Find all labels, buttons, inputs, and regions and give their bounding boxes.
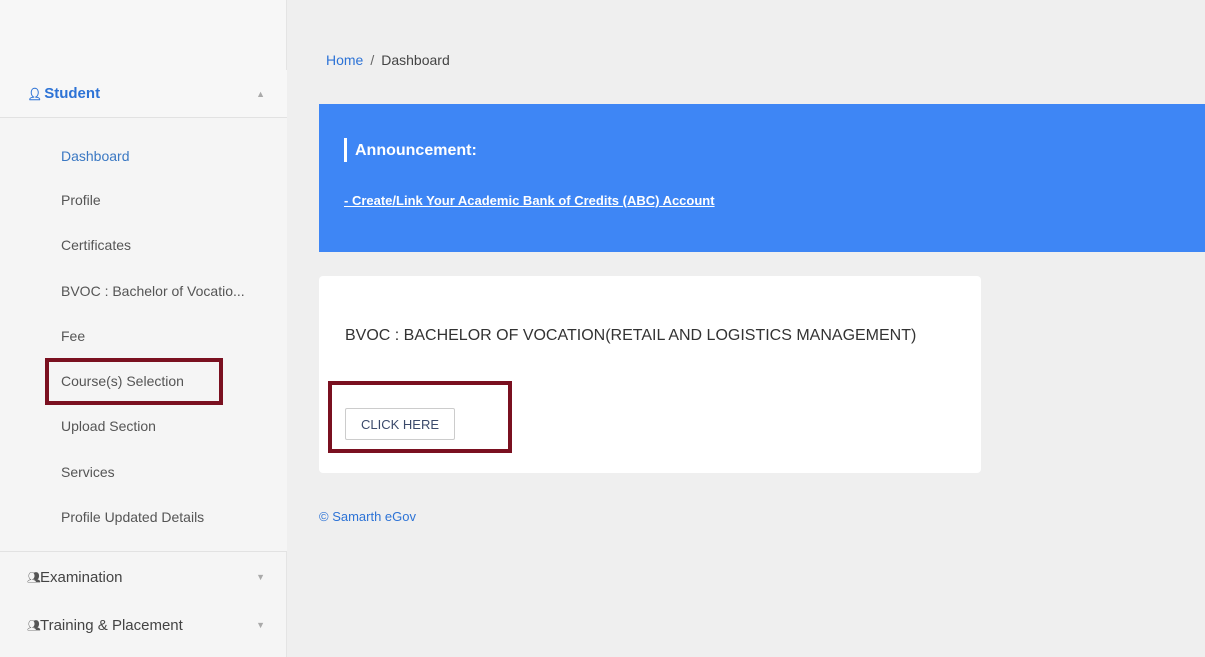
footer-samarth-link[interactable]: © Samarth eGov: [319, 509, 416, 524]
course-card: BVOC : BACHELOR OF VOCATION(RETAIL AND L…: [319, 276, 981, 473]
sidebar-item-bvoc[interactable]: BVOC : Bachelor of Vocatio...: [61, 283, 245, 299]
users-icon: 👥︎: [27, 571, 41, 584]
sidebar-item-dashboard[interactable]: Dashboard: [61, 148, 130, 164]
sidebar-section-training-label: Training & Placement: [39, 616, 183, 634]
breadcrumb: Home / Dashboard: [326, 52, 450, 68]
users-icon: 👥︎: [27, 619, 41, 632]
course-title: BVOC : BACHELOR OF VOCATION(RETAIL AND L…: [345, 327, 917, 344]
sidebar-item-certificates[interactable]: Certificates: [61, 237, 131, 253]
announcement-title: Announcement:: [355, 142, 477, 159]
sidebar-section-examination[interactable]: 👥︎ Examination ▼: [0, 553, 287, 601]
user-icon: 👤︎: [27, 86, 43, 101]
breadcrumb-home-link[interactable]: Home: [326, 52, 363, 68]
sidebar-item-services[interactable]: Services: [61, 464, 115, 480]
sidebar-item-course-selection[interactable]: Course(s) Selection: [61, 373, 184, 389]
chevron-down-icon: ▼: [256, 620, 265, 630]
sidebar-section-training[interactable]: 👥︎ Training & Placement ▼: [0, 601, 287, 649]
abc-account-link[interactable]: - Create/Link Your Academic Bank of Cred…: [344, 193, 715, 208]
sidebar-section-student-label: Student: [44, 85, 101, 102]
sidebar-item-fee[interactable]: Fee: [61, 328, 85, 344]
sidebar-item-profile-updated-details[interactable]: Profile Updated Details: [61, 509, 204, 525]
sidebar-item-profile[interactable]: Profile: [61, 192, 101, 208]
click-here-button[interactable]: CLICK HERE: [345, 408, 455, 440]
announcement-banner: Announcement: - Create/Link Your Academi…: [319, 104, 1205, 252]
chevron-up-icon: ▲: [256, 88, 265, 99]
breadcrumb-separator: /: [370, 52, 375, 68]
sidebar-section-examination-label: Examination: [39, 568, 123, 586]
student-submenu: Dashboard Profile Certificates BVOC : Ba…: [0, 118, 287, 552]
sidebar-section-student[interactable]: 👤︎ Student ▲: [0, 70, 287, 118]
announcement-accent-bar: [344, 138, 347, 162]
sidebar-top: [0, 0, 286, 70]
sidebar-item-upload-section[interactable]: Upload Section: [61, 418, 156, 434]
sidebar: 👤︎ Student ▲ Dashboard Profile Certifica…: [0, 0, 287, 657]
breadcrumb-current: Dashboard: [381, 52, 450, 68]
chevron-down-icon: ▼: [256, 572, 265, 582]
